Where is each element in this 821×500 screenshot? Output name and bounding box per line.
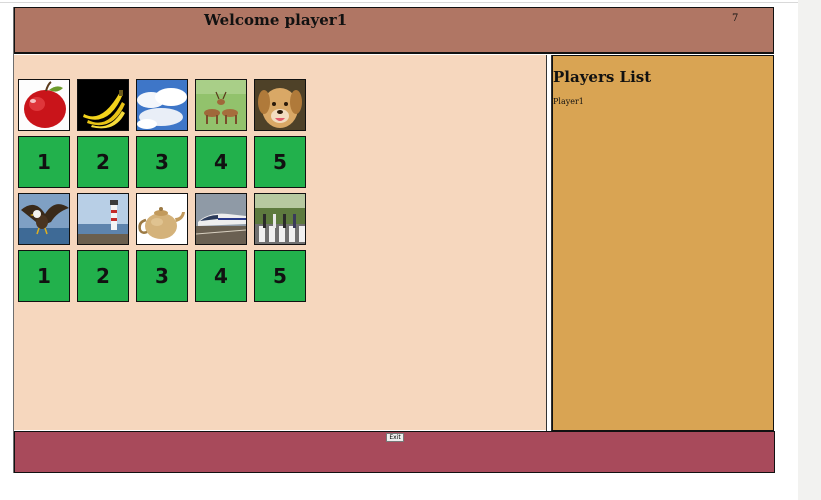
counter-value: 7 bbox=[732, 13, 739, 24]
image-tile-dog[interactable] bbox=[254, 79, 306, 131]
number-tile-4[interactable]: 4 bbox=[195, 250, 247, 302]
lighthouse-icon bbox=[78, 194, 128, 244]
apple-icon bbox=[19, 80, 69, 130]
image-tile-eagle[interactable] bbox=[18, 193, 70, 245]
frame-border bbox=[13, 7, 14, 473]
number-tile-2[interactable]: 2 bbox=[77, 250, 129, 302]
image-tile-lighthouse[interactable] bbox=[77, 193, 129, 245]
welcome-text: Welcome player1 bbox=[204, 11, 348, 29]
number-tile-1[interactable]: 1 bbox=[18, 136, 70, 188]
crosswalk-icon bbox=[255, 194, 305, 244]
eagle-icon bbox=[19, 194, 69, 244]
number-tile-4[interactable]: 4 bbox=[195, 136, 247, 188]
image-tile-bananas[interactable] bbox=[77, 79, 129, 131]
number-tile-5[interactable]: 5 bbox=[254, 136, 306, 188]
header-bar: Welcome player1 7 bbox=[14, 7, 774, 54]
image-tile-apple[interactable] bbox=[18, 79, 70, 131]
number-tile-1[interactable]: 1 bbox=[18, 250, 70, 302]
clouds-icon bbox=[137, 80, 187, 130]
page-margin bbox=[798, 0, 821, 500]
teapot-icon bbox=[137, 194, 187, 244]
bananas-icon bbox=[78, 80, 128, 130]
page-top-line bbox=[0, 2, 798, 3]
number-tile-5[interactable]: 5 bbox=[254, 250, 306, 302]
players-list-title: Players List bbox=[553, 68, 652, 86]
number-tile-3[interactable]: 3 bbox=[136, 250, 188, 302]
footer-bar: Exit bbox=[14, 431, 775, 473]
dog-icon bbox=[255, 80, 305, 130]
image-tile-deer[interactable] bbox=[195, 79, 247, 131]
number-tile-3[interactable]: 3 bbox=[136, 136, 188, 188]
image-tile-crosswalk[interactable] bbox=[254, 193, 306, 245]
image-tile-teapot[interactable] bbox=[136, 193, 188, 245]
number-tile-2[interactable]: 2 bbox=[77, 136, 129, 188]
image-tile-train[interactable] bbox=[195, 193, 247, 245]
deer-icon bbox=[196, 80, 246, 130]
game-board: 1 2 3 4 5 1 2 3 4 5 bbox=[14, 55, 546, 430]
image-tile-sky-clouds[interactable] bbox=[136, 79, 188, 131]
players-panel: Players List Player1 bbox=[552, 55, 774, 431]
train-icon bbox=[196, 194, 246, 244]
player-entry: Player1 bbox=[553, 97, 584, 106]
exit-button[interactable]: Exit bbox=[386, 433, 404, 442]
